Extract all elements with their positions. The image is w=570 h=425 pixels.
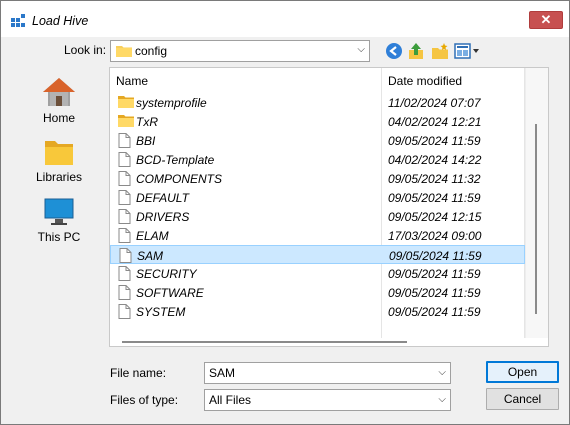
file-name: SECURITY (136, 267, 197, 281)
place-label: Home (42, 111, 75, 125)
file-date: 09/05/2024 11:59 (388, 305, 481, 319)
file-date: 09/05/2024 11:32 (388, 172, 481, 186)
file-date: 04/02/2024 12:21 (388, 115, 482, 129)
file-icon (118, 209, 131, 224)
file-name: ELAM (136, 229, 169, 243)
list-item[interactable]: ELAM17/03/2024 09:00Fi (110, 226, 541, 245)
file-list[interactable]: Name ⌃ Date modified Ty systemprofile 11/… (109, 67, 549, 347)
load-hive-dialog: Load Hive ✕ Look in: config ⌵ Home Libra… (0, 0, 570, 425)
place-label: Libraries (35, 170, 83, 184)
list-item[interactable]: systemprofile11/02/2024 07:07Fi (110, 93, 541, 112)
chevron-down-icon[interactable]: ⌵ (438, 367, 446, 378)
file-date: 09/05/2024 11:59 (388, 267, 481, 281)
places-bar: Home Libraries This PC (1, 63, 104, 353)
file-date: 09/05/2024 11:59 (388, 286, 481, 300)
folder-icon (116, 46, 132, 57)
file-name-field[interactable]: SAM ⌵ (204, 362, 451, 384)
file-icon (118, 266, 131, 281)
file-icon (118, 285, 131, 300)
folder-icon (118, 115, 134, 127)
file-name: SOFTWARE (136, 286, 204, 300)
file-icon (118, 133, 131, 148)
file-name: SYSTEM (136, 305, 186, 319)
list-item[interactable]: BCD-Template04/02/2024 14:22Fi (110, 150, 541, 169)
place-label: This PC (37, 230, 81, 244)
list-item[interactable]: DRIVERS09/05/2024 12:15Fi (110, 207, 541, 226)
list-item[interactable]: DEFAULT09/05/2024 11:59Fi (110, 188, 541, 207)
column-header-date[interactable]: Date modified (388, 74, 462, 88)
list-item[interactable]: COMPONENTS09/05/2024 11:32Fi (110, 169, 541, 188)
this-pc-icon (44, 198, 74, 225)
list-item[interactable]: BBI09/05/2024 11:59Fi (110, 131, 541, 150)
file-name: DEFAULT (136, 191, 189, 205)
file-date: 04/02/2024 14:22 (388, 153, 482, 167)
file-date: 11/02/2024 07:07 (388, 96, 481, 110)
libraries-icon (45, 141, 73, 165)
file-date: 09/05/2024 11:59 (388, 134, 481, 148)
look-in-value: config (135, 44, 168, 58)
window-title: Load Hive (32, 14, 89, 28)
files-of-type-label: Files of type: (110, 393, 179, 407)
place-libraries[interactable]: Libraries (18, 139, 100, 184)
list-item[interactable]: TxR04/02/2024 12:21Fi (110, 112, 541, 131)
cancel-button[interactable]: Cancel (486, 388, 559, 410)
file-icon (118, 190, 131, 205)
file-name-value: SAM (209, 366, 236, 380)
vertical-scrollbar[interactable] (525, 68, 548, 338)
chevron-down-icon: ⌵ (357, 44, 365, 55)
registry-icon (11, 14, 25, 27)
scrollbar-thumb[interactable] (122, 341, 407, 343)
file-date: 09/05/2024 11:59 (388, 191, 481, 205)
file-name: SAM (137, 249, 164, 263)
up-folder-icon[interactable] (407, 42, 425, 60)
file-name: BBI (136, 134, 156, 148)
file-name: TxR (136, 115, 158, 129)
list-item[interactable]: SOFTWARE09/05/2024 11:59Fi (110, 283, 541, 302)
horizontal-scrollbar[interactable] (110, 338, 525, 346)
chevron-down-icon: ⌵ (438, 394, 446, 405)
file-name: COMPONENTS (136, 172, 223, 186)
file-icon (118, 152, 131, 167)
back-icon[interactable] (385, 42, 403, 60)
new-folder-icon[interactable] (431, 42, 449, 60)
file-date: 09/05/2024 12:15 (388, 210, 482, 224)
column-header-row: Name ⌃ Date modified Ty (110, 67, 544, 90)
sort-ascending-icon: ⌃ (244, 67, 252, 74)
file-icon (118, 171, 131, 186)
files-of-type-value: All Files (209, 393, 252, 407)
column-header-name[interactable]: Name (116, 74, 148, 88)
scrollbar-thumb[interactable] (535, 124, 537, 314)
title-bar[interactable]: Load Hive ✕ (1, 1, 569, 37)
file-icon (118, 304, 131, 319)
file-name: BCD-Template (136, 153, 215, 167)
file-date: 17/03/2024 09:00 (388, 229, 482, 243)
file-date: 09/05/2024 11:59 (389, 249, 482, 263)
open-button[interactable]: Open (486, 361, 559, 383)
list-item[interactable]: SYSTEM09/05/2024 11:59Fi (110, 302, 541, 321)
list-item[interactable]: SECURITY09/05/2024 11:59Fi (110, 264, 541, 283)
file-icon (118, 228, 131, 243)
file-name: systemprofile (136, 96, 207, 110)
list-item[interactable]: SAM09/05/2024 11:59Fi (110, 245, 542, 264)
look-in-label: Look in: (64, 43, 107, 57)
home-icon (43, 78, 75, 106)
look-in-combobox[interactable]: config ⌵ (110, 40, 370, 62)
place-home[interactable]: Home (18, 76, 100, 125)
close-button[interactable]: ✕ (529, 11, 563, 29)
file-icon (119, 248, 132, 263)
files-of-type-select[interactable]: All Files ⌵ (204, 389, 451, 411)
file-name-label: File name: (110, 366, 167, 380)
folder-icon (118, 96, 134, 108)
view-menu-icon[interactable] (454, 42, 480, 60)
close-icon: ✕ (540, 12, 552, 27)
file-name: DRIVERS (136, 210, 190, 224)
place-this-pc[interactable]: This PC (18, 197, 100, 244)
